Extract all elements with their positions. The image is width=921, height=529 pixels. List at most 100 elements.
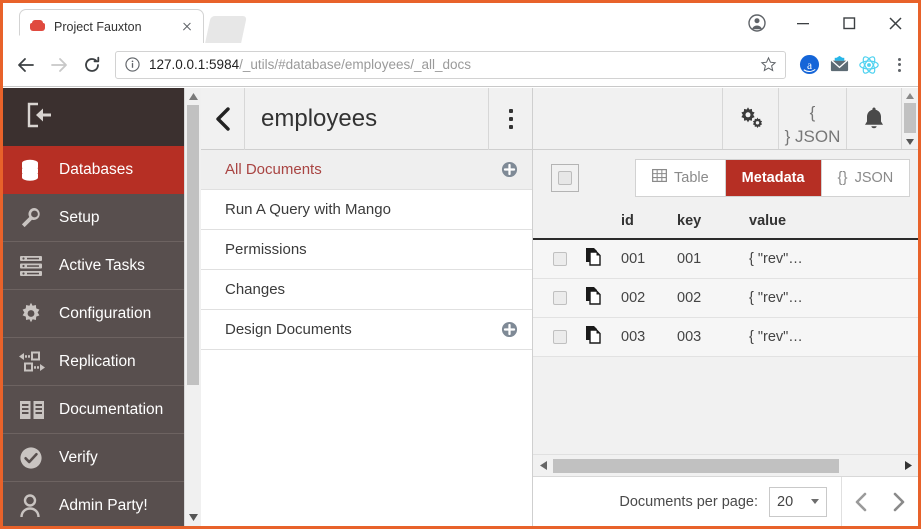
hscroll-thumb[interactable] — [553, 458, 840, 473]
star-icon[interactable] — [760, 56, 777, 73]
view-mode-tabs: Table Metadata {} JSON — [635, 158, 911, 197]
database-panel: employees All Documents Run A Query with… — [201, 87, 533, 526]
scroll-up-arrow-icon[interactable] — [185, 88, 201, 105]
header-scrollbar[interactable] — [901, 88, 918, 149]
cell-key: 001 — [677, 239, 749, 279]
nav-item-permissions[interactable]: Permissions — [201, 230, 532, 270]
tab-json[interactable]: {} JSON — [821, 159, 910, 196]
sidebar-item-label: Verify — [59, 448, 98, 466]
couch-icon — [30, 19, 45, 34]
header-scroll-thumb[interactable] — [904, 103, 916, 133]
horizontal-scrollbar[interactable] — [533, 454, 918, 476]
sidebar-item-documentation[interactable]: Documentation — [3, 386, 201, 434]
minimize-button[interactable] — [780, 3, 826, 43]
sidebar-item-verify[interactable]: Verify — [3, 434, 201, 482]
sidebar-item-setup[interactable]: Setup — [3, 194, 201, 242]
sidebar-item-label: Replication — [59, 352, 136, 370]
cell-value: { "rev"… — [749, 239, 918, 279]
add-design-document-icon[interactable] — [501, 321, 518, 338]
cell-id: 002 — [621, 278, 677, 318]
tab-table[interactable]: Table — [636, 159, 726, 196]
sidebar-item-databases[interactable]: Databases — [3, 146, 201, 194]
scroll-up-arrow-icon[interactable] — [902, 88, 918, 103]
scroll-right-arrow-icon[interactable] — [898, 461, 918, 470]
json-glyph-top: { — [809, 103, 816, 122]
prev-page-button[interactable] — [842, 477, 880, 526]
row-checkbox[interactable] — [553, 329, 567, 344]
documents-panel: { } JSON Table Metadata {} JSON id key v… — [533, 88, 918, 526]
tab-close-icon[interactable] — [179, 19, 195, 35]
document-copy-icon[interactable] — [585, 248, 602, 270]
add-document-icon[interactable] — [501, 161, 518, 178]
json-glyph-bottom: } JSON — [784, 127, 841, 146]
pagination — [842, 477, 918, 526]
cell-key: 003 — [677, 317, 749, 357]
nav-item-changes[interactable]: Changes — [201, 270, 532, 310]
document-copy-icon[interactable] — [585, 326, 602, 348]
sidebar-scrollbar[interactable] — [184, 88, 201, 526]
fauxton-app: Databases Setup Active Tasks Configurati… — [3, 87, 918, 526]
chevron-left-icon[interactable] — [201, 87, 245, 150]
window-close-button[interactable] — [872, 3, 918, 43]
braces-icon: {} — [837, 169, 848, 186]
site-info-icon[interactable] — [125, 57, 140, 72]
profile-button[interactable] — [734, 3, 780, 43]
sidebar-scroll-thumb[interactable] — [187, 105, 199, 385]
bell-icon[interactable] — [847, 88, 901, 149]
kebab-menu-icon[interactable] — [888, 52, 910, 78]
row-checkbox[interactable] — [553, 290, 567, 305]
scroll-down-arrow-icon[interactable] — [185, 509, 201, 526]
database-nav-list: All Documents Run A Query with Mango Per… — [201, 150, 532, 526]
gears-icon[interactable] — [723, 88, 779, 149]
hscroll-track[interactable] — [553, 458, 898, 473]
sidebar-item-admin-party[interactable]: Admin Party! — [3, 482, 201, 526]
sidebar-item-label: Admin Party! — [59, 496, 148, 514]
maximize-button[interactable] — [826, 3, 872, 43]
url-host: 127.0.0.1:5984 — [149, 57, 240, 72]
url-path: /_utils/#database/employees/_all_docs — [239, 57, 471, 72]
sidebar-item-label: Setup — [59, 208, 100, 226]
table-row[interactable]: 001 001 { "rev"… — [533, 239, 918, 279]
select-all-checkbox[interactable] — [551, 163, 579, 192]
sidebar-item-configuration[interactable]: Configuration — [3, 290, 201, 338]
react-devtools-icon[interactable] — [857, 53, 881, 77]
scroll-left-arrow-icon[interactable] — [533, 461, 553, 470]
tab-metadata[interactable]: Metadata — [725, 159, 822, 196]
nav-item-run-query-mango[interactable]: Run A Query with Mango — [201, 190, 532, 230]
nav-item-design-documents[interactable]: Design Documents — [201, 310, 532, 350]
browser-window: Project Fauxton 127.0.0.1:5984/_utils/#d… — [0, 0, 921, 529]
page-title: employees — [261, 104, 378, 132]
new-tab-button[interactable] — [205, 16, 247, 43]
scroll-down-arrow-icon[interactable] — [902, 134, 918, 149]
browser-tabstrip: Project Fauxton — [3, 3, 918, 44]
row-select-cell — [533, 239, 585, 279]
browser-tab[interactable]: Project Fauxton — [11, 9, 204, 44]
per-page-control: Documents per page: 20 — [533, 477, 842, 526]
row-doc-icon-cell — [585, 239, 621, 279]
logout-arrow-icon — [25, 102, 55, 133]
row-doc-icon-cell — [585, 317, 621, 357]
amazon-extension-icon[interactable]: a — [797, 53, 821, 77]
per-page-select[interactable]: 20 — [769, 486, 827, 517]
sidebar-item-label: Databases — [59, 160, 134, 178]
nav-item-label: All Documents — [225, 161, 322, 178]
document-copy-icon[interactable] — [585, 287, 602, 309]
nav-item-label: Design Documents — [225, 321, 352, 338]
url-text: 127.0.0.1:5984/_utils/#database/employee… — [149, 57, 760, 72]
sidebar-item-replication[interactable]: Replication — [3, 338, 201, 386]
row-checkbox[interactable] — [553, 251, 567, 266]
sidebar-item-active-tasks[interactable]: Active Tasks — [3, 242, 201, 290]
reload-icon[interactable] — [77, 50, 107, 80]
mailbox-extension-icon[interactable] — [827, 53, 851, 77]
address-bar[interactable]: 127.0.0.1:5984/_utils/#database/employee… — [115, 50, 786, 79]
sidebar-item-label: Active Tasks — [59, 256, 145, 274]
next-page-button[interactable] — [880, 477, 918, 526]
database-options-kebab-icon[interactable] — [488, 87, 532, 150]
nav-item-all-documents[interactable]: All Documents — [201, 150, 532, 190]
back-arrow-icon[interactable] — [11, 50, 41, 80]
table-row[interactable]: 002 002 { "rev"… — [533, 278, 918, 318]
json-braces-icon[interactable]: { } JSON — [779, 88, 847, 149]
sidebar-logo[interactable] — [3, 88, 201, 146]
forward-arrow-icon — [44, 50, 74, 80]
table-row[interactable]: 003 003 { "rev"… — [533, 317, 918, 357]
